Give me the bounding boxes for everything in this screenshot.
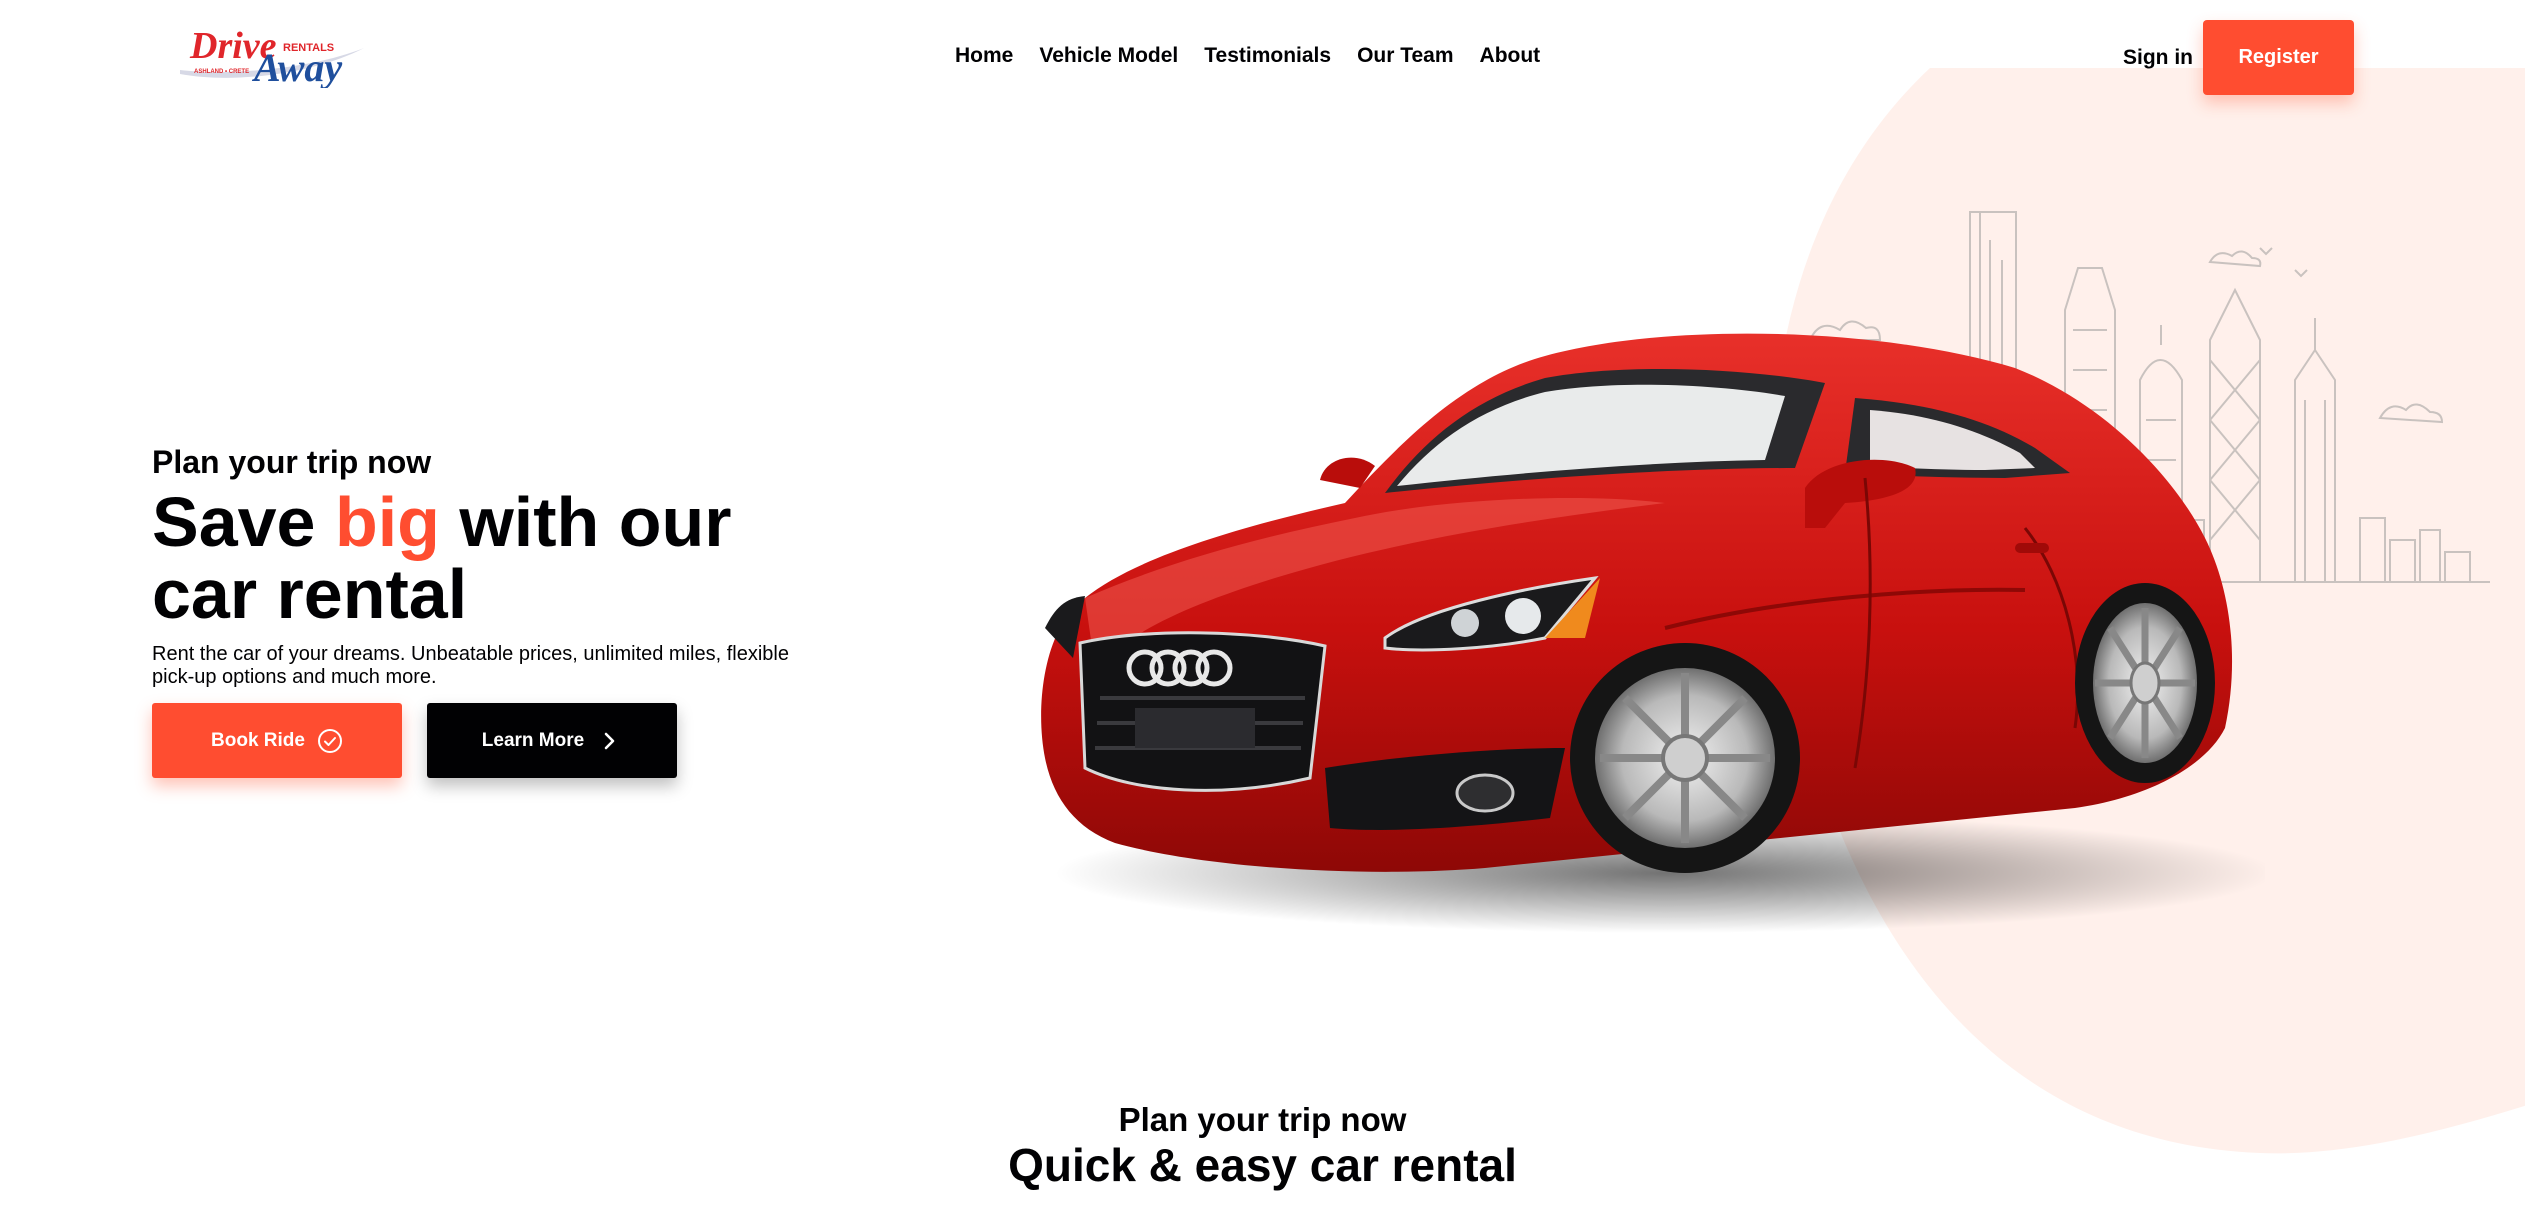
hero-title: Save big with our car rental: [152, 483, 732, 633]
brand-logo[interactable]: Drive Away RENTALS ASHLAND • CRETE: [174, 18, 370, 90]
logo-small-text: ASHLAND • CRETE: [194, 69, 249, 75]
sign-in-link[interactable]: Sign in: [2123, 44, 2193, 72]
nav-our-team[interactable]: Our Team: [1357, 42, 1453, 70]
red-sports-car-image: [1041, 333, 2265, 933]
hero-subtitle: Plan your trip now: [152, 444, 432, 480]
check-circle-icon: [317, 728, 343, 754]
section-subtitle: Plan your trip now: [1118, 1101, 1407, 1138]
learn-more-button[interactable]: Learn More: [427, 703, 677, 778]
main-nav: Home Vehicle Model Testimonials Our Team…: [955, 42, 1566, 70]
chevron-right-icon: [596, 728, 622, 754]
logo-tag: RENTALS: [283, 42, 334, 54]
nav-testimonials[interactable]: Testimonials: [1204, 42, 1331, 70]
book-ride-button[interactable]: Book Ride: [152, 703, 402, 778]
section-title: Quick & easy car rental: [1008, 1139, 1517, 1191]
book-ride-label: Book Ride: [211, 729, 305, 751]
register-button[interactable]: Register: [2203, 20, 2354, 95]
nav-about[interactable]: About: [1480, 42, 1541, 70]
hero-description: Rent the car of your dreams. Unbeatable …: [152, 643, 789, 688]
hero-title-accent: big: [334, 483, 440, 561]
nav-home[interactable]: Home: [955, 42, 1013, 70]
learn-more-label: Learn More: [481, 729, 585, 751]
nav-vehicle-model[interactable]: Vehicle Model: [1039, 42, 1178, 70]
